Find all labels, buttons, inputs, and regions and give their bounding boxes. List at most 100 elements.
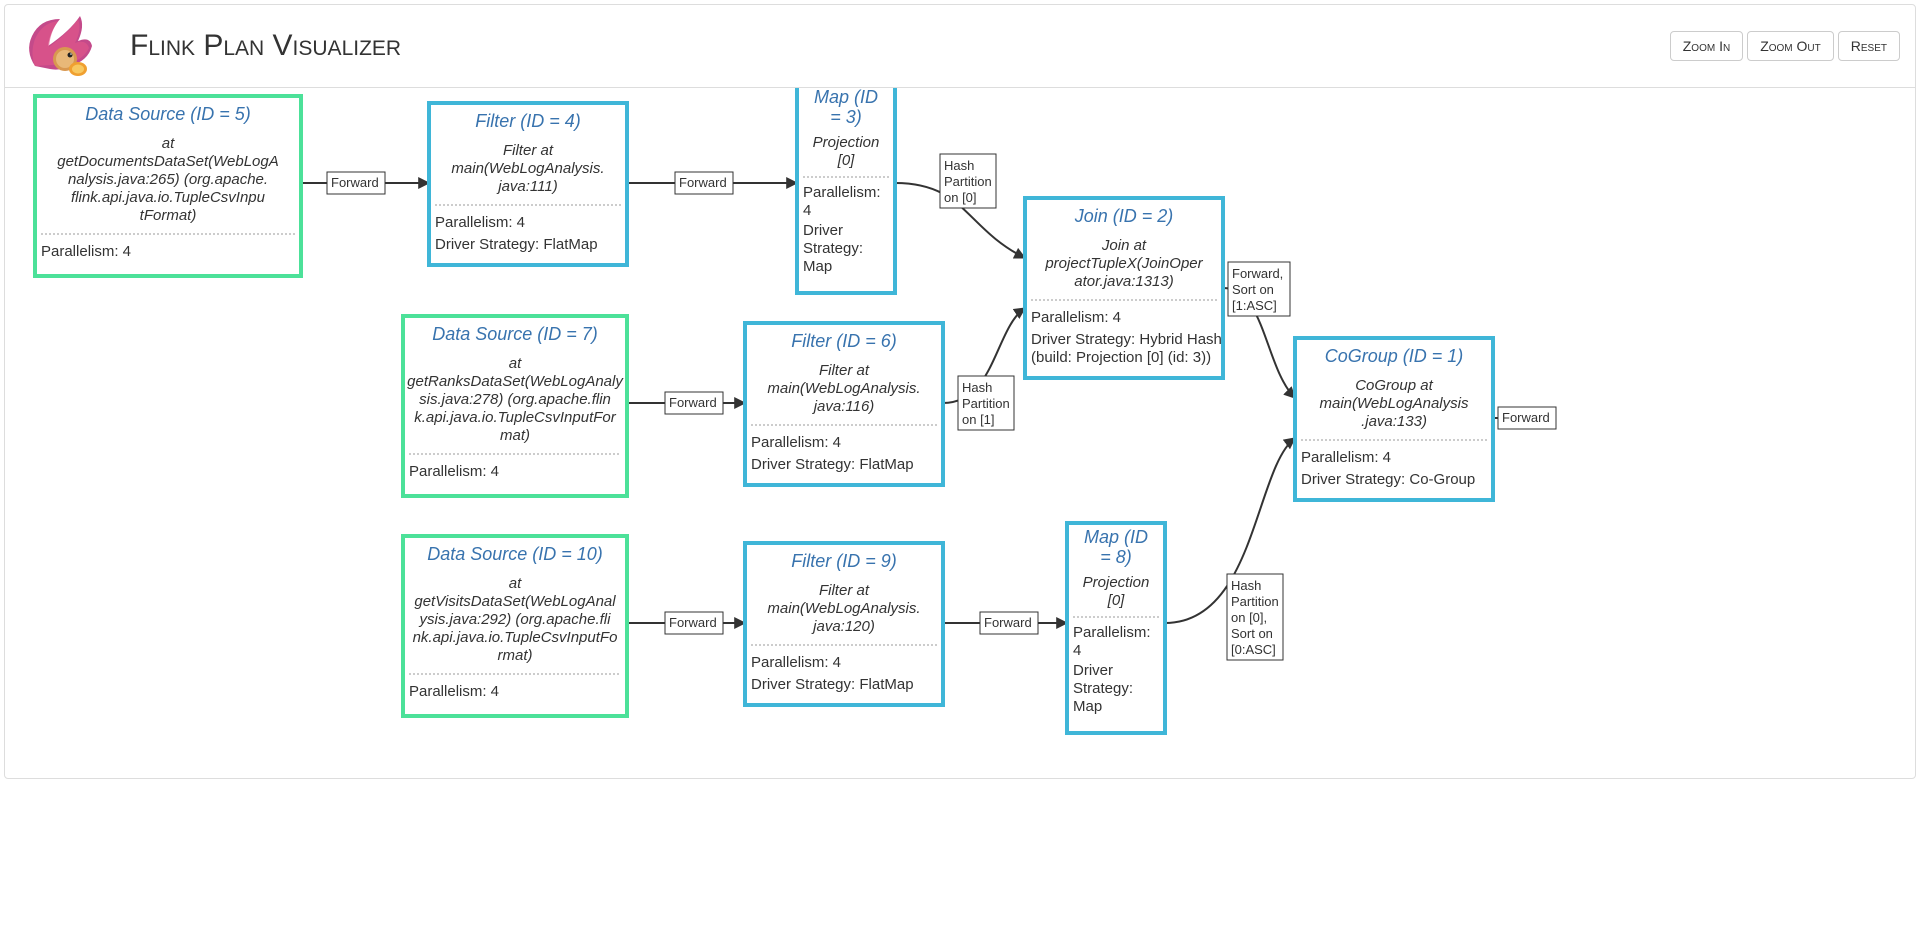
edge-label-6-2: Hash Partition on [1] (958, 376, 1014, 430)
node-join-2[interactable]: Join (ID = 2) Join at projectTupleX(Join… (1025, 198, 1223, 378)
reset-button[interactable]: Reset (1838, 31, 1900, 61)
svg-text:Forward,: Forward, (1232, 266, 1283, 281)
svg-text:at: at (509, 355, 522, 372)
svg-text:main(WebLogAnalysis: main(WebLogAnalysis (1320, 395, 1469, 412)
svg-text:Driver Strategy: Hybrid Hash: Driver Strategy: Hybrid Hash (1031, 331, 1222, 348)
zoom-out-button[interactable]: Zoom Out (1747, 31, 1834, 61)
svg-text:on [1]: on [1] (962, 412, 995, 427)
svg-text:Projection: Projection (1083, 574, 1150, 591)
svg-text:Driver Strategy: FlatMap: Driver Strategy: FlatMap (435, 236, 598, 253)
svg-text:4: 4 (803, 202, 811, 219)
svg-text:[1:ASC]: [1:ASC] (1232, 298, 1277, 313)
svg-text:main(WebLogAnalysis.: main(WebLogAnalysis. (767, 380, 920, 397)
svg-text:[0:ASC]: [0:ASC] (1231, 642, 1276, 657)
svg-text:Driver: Driver (803, 222, 843, 239)
svg-text:Filter (ID = 9): Filter (ID = 9) (791, 551, 897, 571)
svg-text:CoGroup at: CoGroup at (1355, 377, 1433, 394)
svg-text:Forward: Forward (331, 175, 379, 190)
node-filter-9[interactable]: Filter (ID = 9) Filter at main(WebLogAna… (745, 543, 943, 705)
node-data-source-10[interactable]: Data Source (ID = 10) at getVisitsDataSe… (403, 536, 627, 716)
svg-text:Filter at: Filter at (819, 362, 870, 379)
svg-text:Data Source (ID = 5): Data Source (ID = 5) (85, 104, 251, 124)
edge-label-4-3: Forward (675, 172, 733, 194)
edge-label-7-6: Forward (665, 392, 723, 414)
edge-label-5-4: Forward (327, 172, 385, 194)
svg-text:main(WebLogAnalysis.: main(WebLogAnalysis. (767, 600, 920, 617)
svg-text:getDocumentsDataSet(WebLogA: getDocumentsDataSet(WebLogA (57, 153, 279, 170)
edge-label-8-1: Hash Partition on [0], Sort on [0:ASC] (1227, 574, 1283, 660)
svg-text:Driver: Driver (1073, 662, 1113, 679)
svg-text:Data Source (ID = 10): Data Source (ID = 10) (427, 544, 603, 564)
zoom-in-button[interactable]: Zoom In (1670, 31, 1743, 61)
node-cogroup-1[interactable]: CoGroup (ID = 1) CoGroup at main(WebLogA… (1295, 338, 1493, 500)
svg-text:Map: Map (1073, 698, 1102, 715)
svg-text:mat): mat) (500, 427, 530, 444)
svg-text:java:120): java:120) (811, 618, 875, 635)
svg-text:Forward: Forward (669, 615, 717, 630)
svg-text:= 3): = 3) (830, 107, 862, 127)
edge-label-1-out: Forward (1498, 407, 1556, 429)
svg-text:CoGroup (ID = 1): CoGroup (ID = 1) (1325, 346, 1464, 366)
svg-text:Filter at: Filter at (503, 142, 554, 159)
node-map-8[interactable]: Map (ID = 8) Projection [0] Parallelism:… (1067, 523, 1165, 733)
edge-label-3-2: Hash Partition on [0] (940, 154, 996, 208)
canvas[interactable]: Forward Forward Hash Partition on [0] Fo… (5, 88, 1915, 778)
svg-text:.java:133): .java:133) (1361, 413, 1427, 430)
svg-text:Sort on: Sort on (1232, 282, 1274, 297)
svg-text:getVisitsDataSet(WebLogAnal: getVisitsDataSet(WebLogAnal (414, 593, 616, 610)
svg-text:Parallelism: 4: Parallelism: 4 (751, 434, 841, 451)
svg-text:Forward: Forward (679, 175, 727, 190)
svg-text:java:116): java:116) (812, 398, 875, 415)
svg-text:nk.api.java.io.TupleCsvInputFo: nk.api.java.io.TupleCsvInputFo (413, 629, 618, 646)
svg-text:ysis.java:292) (org.apache.fli: ysis.java:292) (org.apache.fli (419, 611, 612, 628)
svg-text:Forward: Forward (669, 395, 717, 410)
node-filter-4[interactable]: Filter (ID = 4) Filter at main(WebLogAna… (429, 103, 627, 265)
svg-text:main(WebLogAnalysis.: main(WebLogAnalysis. (451, 160, 604, 177)
svg-text:java:111): java:111) (496, 178, 557, 195)
svg-text:nalysis.java:265) (org.apache.: nalysis.java:265) (org.apache. (68, 171, 268, 188)
svg-text:4: 4 (1073, 642, 1081, 659)
svg-text:Parallelism: 4: Parallelism: 4 (41, 243, 131, 260)
svg-text:Partition: Partition (962, 396, 1010, 411)
svg-text:[0]: [0] (1107, 592, 1126, 609)
node-data-source-7[interactable]: Data Source (ID = 7) at getRanksDataSet(… (403, 316, 627, 496)
svg-text:Hash: Hash (944, 158, 974, 173)
node-filter-6[interactable]: Filter (ID = 6) Filter at main(WebLogAna… (745, 323, 943, 485)
svg-text:tFormat): tFormat) (140, 207, 197, 224)
edge-label-2-1: Forward, Sort on [1:ASC] (1228, 262, 1290, 316)
svg-text:[0]: [0] (837, 152, 856, 169)
plan-svg[interactable]: Forward Forward Hash Partition on [0] Fo… (5, 88, 1915, 778)
svg-text:Map: Map (803, 258, 832, 275)
svg-text:Parallelism:: Parallelism: (1073, 624, 1151, 641)
svg-text:Parallelism: 4: Parallelism: 4 (409, 683, 499, 700)
svg-text:Driver Strategy: FlatMap: Driver Strategy: FlatMap (751, 676, 914, 693)
svg-text:Driver Strategy: FlatMap: Driver Strategy: FlatMap (751, 456, 914, 473)
node-map-3[interactable]: Map (ID = 3) Projection [0] Parallelism:… (797, 88, 895, 293)
node-data-source-5[interactable]: Data Source (ID = 5) at getDocumentsData… (35, 96, 301, 276)
svg-text:Partition: Partition (1231, 594, 1279, 609)
svg-text:Parallelism: 4: Parallelism: 4 (1031, 309, 1121, 326)
app-panel: Flink Plan Visualizer Zoom In Zoom Out R… (4, 4, 1916, 779)
svg-text:Forward: Forward (1502, 410, 1550, 425)
svg-text:Join (ID = 2): Join (ID = 2) (1074, 206, 1174, 226)
svg-text:Parallelism: 4: Parallelism: 4 (751, 654, 841, 671)
svg-text:Map (ID: Map (ID (814, 88, 878, 107)
svg-text:flink.api.java.io.TupleCsvInpu: flink.api.java.io.TupleCsvInpu (71, 189, 266, 206)
svg-text:Strategy:: Strategy: (803, 240, 863, 257)
svg-text:Forward: Forward (984, 615, 1032, 630)
svg-text:Filter at: Filter at (819, 582, 870, 599)
svg-text:Parallelism: 4: Parallelism: 4 (1301, 449, 1391, 466)
page-title: Flink Plan Visualizer (130, 29, 1666, 63)
edge-label-9-8: Forward (980, 612, 1038, 634)
svg-text:rmat): rmat) (498, 647, 533, 664)
flink-logo (20, 11, 100, 81)
svg-text:Parallelism:: Parallelism: (803, 184, 881, 201)
svg-text:Hash: Hash (1231, 578, 1261, 593)
svg-text:Parallelism: 4: Parallelism: 4 (435, 214, 525, 231)
svg-text:Driver Strategy: Co-Group: Driver Strategy: Co-Group (1301, 471, 1475, 488)
svg-text:sis.java:278) (org.apache.flin: sis.java:278) (org.apache.flin (419, 391, 611, 408)
svg-text:Strategy:: Strategy: (1073, 680, 1133, 697)
svg-text:Filter (ID = 6): Filter (ID = 6) (791, 331, 897, 351)
svg-text:= 8): = 8) (1100, 547, 1132, 567)
svg-text:Partition: Partition (944, 174, 992, 189)
